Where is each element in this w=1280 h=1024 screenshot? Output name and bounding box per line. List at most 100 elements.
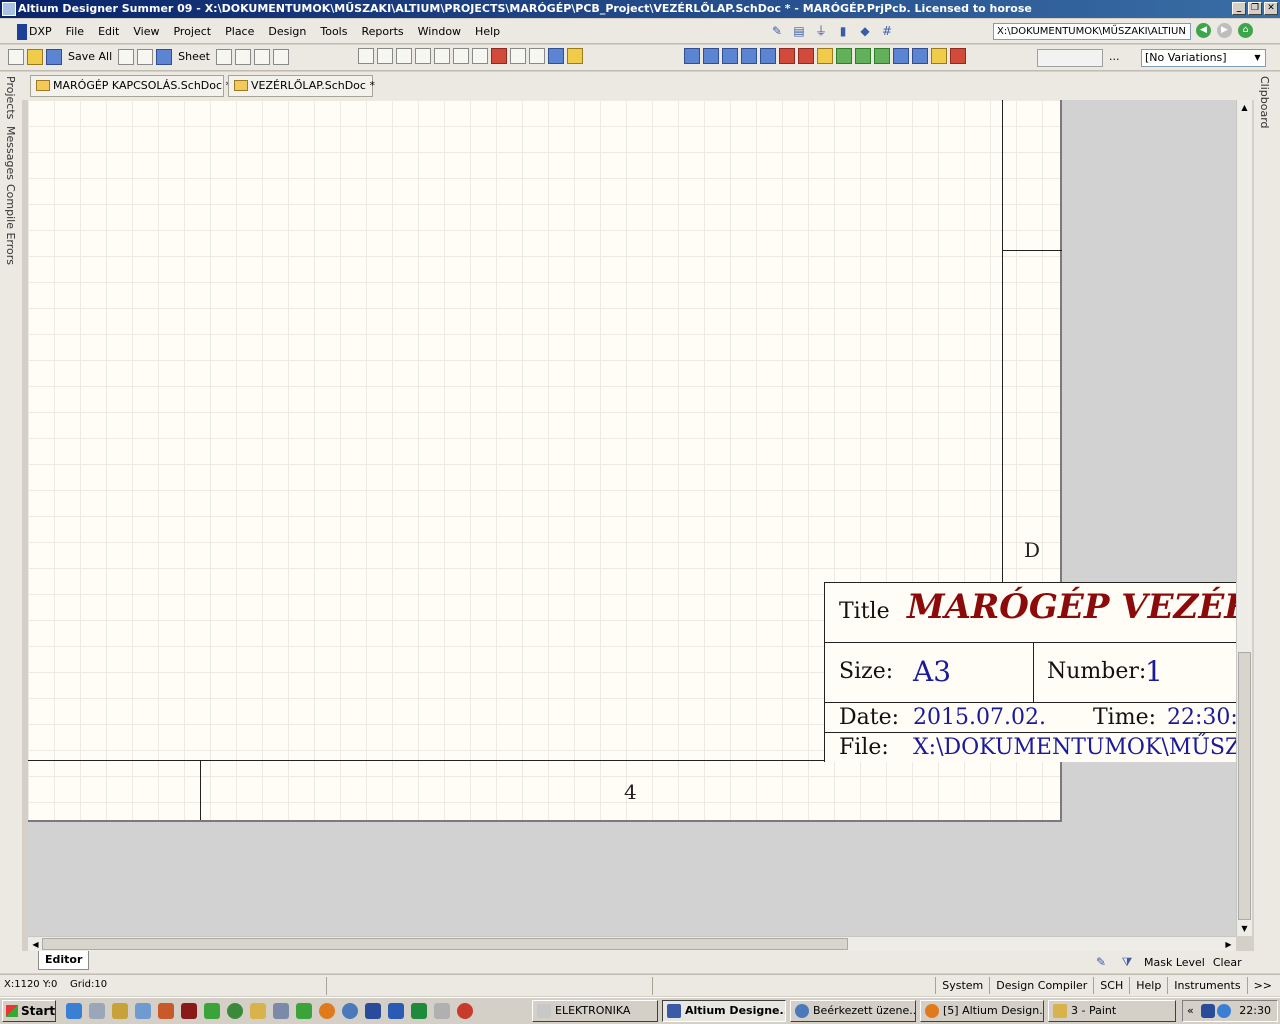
- app-icon[interactable]: [342, 1003, 358, 1019]
- taskbar-item-elektronika[interactable]: ELEKTRONIKA: [532, 1000, 658, 1022]
- hierarchy-icon[interactable]: [548, 48, 564, 64]
- print-preview-icon[interactable]: [137, 49, 154, 65]
- title-block[interactable]: Title MARÓGÉP VEZÉR Size: A3 Number: 1 D…: [824, 582, 1238, 762]
- menu-edit[interactable]: Edit: [91, 24, 126, 40]
- back-icon[interactable]: ◀: [1196, 23, 1211, 38]
- minimize-button[interactable]: _: [1232, 2, 1246, 15]
- word-icon[interactable]: [388, 1003, 404, 1019]
- deselect-icon[interactable]: [472, 48, 488, 64]
- variations-select[interactable]: [No Variations] ▼: [1141, 49, 1266, 67]
- clear-filter-icon[interactable]: [491, 48, 507, 64]
- panel-tab-clipboard[interactable]: Clipboard: [1258, 76, 1271, 129]
- zoom-area-icon[interactable]: [215, 49, 232, 65]
- excel-icon[interactable]: [411, 1003, 427, 1019]
- save-all-button[interactable]: Save All: [65, 48, 115, 66]
- port-icon[interactable]: [931, 48, 947, 64]
- design-compiler-panel-button[interactable]: Design Compiler: [989, 977, 1093, 994]
- vertical-scroll-thumb[interactable]: [1238, 652, 1251, 920]
- part-icon[interactable]: [817, 48, 833, 64]
- sheet-symbol-icon[interactable]: [836, 48, 852, 64]
- navigation-path-input[interactable]: X:\DOKUMENTUMOK\MŰSZAKI\ALTIUN: [993, 23, 1191, 40]
- open-folder-icon[interactable]: [27, 49, 43, 65]
- app-icon[interactable]: [181, 1003, 197, 1019]
- undo-icon[interactable]: [510, 48, 526, 64]
- rubber-stamp-icon[interactable]: [415, 48, 431, 64]
- app-icon[interactable]: [273, 1003, 289, 1019]
- cut-icon[interactable]: [358, 48, 374, 64]
- copy-icon[interactable]: [377, 48, 393, 64]
- app-icon[interactable]: [158, 1003, 174, 1019]
- app-icon[interactable]: [457, 1003, 473, 1019]
- bus-icon[interactable]: [703, 48, 719, 64]
- settings-icon[interactable]: [89, 1003, 105, 1019]
- menu-view[interactable]: View: [126, 24, 166, 40]
- app-icon[interactable]: [204, 1003, 220, 1019]
- sheet-entry-icon[interactable]: [855, 48, 871, 64]
- menu-place[interactable]: Place: [218, 24, 261, 40]
- menu-reports[interactable]: Reports: [354, 24, 410, 40]
- net-label-icon[interactable]: [760, 48, 776, 64]
- menu-project[interactable]: Project: [166, 24, 218, 40]
- scroll-right-icon[interactable]: ▶: [1221, 937, 1236, 952]
- browse-component-icon[interactable]: [567, 48, 583, 64]
- digital-devices-icon[interactable]: ▮: [834, 22, 852, 40]
- refresh-icon[interactable]: [227, 1003, 243, 1019]
- start-button[interactable]: Start: [2, 1000, 56, 1022]
- new-document-icon[interactable]: [8, 49, 24, 65]
- menu-help[interactable]: Help: [468, 24, 507, 40]
- scroll-down-icon[interactable]: ▼: [1237, 921, 1252, 936]
- panel-tab-compile-errors[interactable]: Compile Errors: [4, 184, 17, 265]
- home-icon[interactable]: ⌂: [1238, 23, 1253, 38]
- window-titlebar[interactable]: Altium Designer Summer 09 - X:\DOKUMENTU…: [0, 0, 1280, 18]
- zoom-selected-icon[interactable]: [234, 49, 251, 65]
- tray-expand-button[interactable]: «: [1187, 1001, 1194, 1021]
- redo-icon[interactable]: [529, 48, 545, 64]
- restore-button[interactable]: ❐: [1248, 2, 1262, 15]
- vertical-scrollbar[interactable]: ▲ ▼: [1236, 100, 1252, 936]
- mask-level-button[interactable]: Mask Level: [1144, 956, 1205, 969]
- grid-icon[interactable]: #: [878, 22, 896, 40]
- signal-harness-icon[interactable]: [722, 48, 738, 64]
- drawing-tools-icon[interactable]: ▤: [790, 22, 808, 40]
- more-panels-button[interactable]: >>: [1246, 977, 1278, 994]
- chrome-icon[interactable]: [296, 1003, 312, 1019]
- filter-combo[interactable]: [1037, 49, 1103, 67]
- simulation-sources-icon[interactable]: ◆: [856, 22, 874, 40]
- layers-icon[interactable]: [156, 49, 173, 65]
- instruments-panel-button[interactable]: Instruments: [1167, 977, 1246, 994]
- gnd-port-icon[interactable]: [779, 48, 795, 64]
- tray-app-icon[interactable]: [1201, 1004, 1215, 1018]
- doc-tab-vezerlolap[interactable]: VEZÉRLŐLAP.SchDoc *: [228, 75, 375, 97]
- scroll-left-icon[interactable]: ◀: [28, 937, 43, 952]
- taskbar-item-altium[interactable]: Altium Designe...: [662, 1000, 786, 1022]
- vcc-port-icon[interactable]: [798, 48, 814, 64]
- app-icon[interactable]: [434, 1003, 450, 1019]
- horizontal-scrollbar[interactable]: ◀ ▶: [28, 936, 1236, 951]
- sch-panel-button[interactable]: SCH: [1093, 977, 1129, 994]
- wire-icon[interactable]: [684, 48, 700, 64]
- panel-tab-projects[interactable]: Projects: [4, 76, 17, 119]
- clear-button[interactable]: Clear: [1213, 956, 1242, 969]
- app-icon[interactable]: [250, 1003, 266, 1019]
- schematic-canvas[interactable]: D 4 Title MARÓGÉP VEZÉR Size: A3 Number:…: [28, 100, 1238, 936]
- no-erc-icon[interactable]: [950, 48, 966, 64]
- sheet-button[interactable]: Sheet: [175, 48, 213, 66]
- filter-icon[interactable]: ⧩: [1118, 953, 1136, 971]
- power-ports-icon[interactable]: ⏚: [812, 22, 830, 40]
- scroll-up-icon[interactable]: ▲: [1237, 100, 1252, 115]
- highlight-pen-icon[interactable]: ✎: [1092, 953, 1110, 971]
- select-area-icon[interactable]: [434, 48, 450, 64]
- firefox-icon[interactable]: [319, 1003, 335, 1019]
- harness-connector-icon[interactable]: [893, 48, 909, 64]
- help-panel-button[interactable]: Help: [1129, 977, 1167, 994]
- zoom-components-icon[interactable]: [253, 49, 270, 65]
- calculator-icon[interactable]: [135, 1003, 151, 1019]
- close-button[interactable]: ✕: [1264, 2, 1278, 15]
- zoom-fit-icon[interactable]: [272, 49, 289, 65]
- taskbar-item-firefox[interactable]: [5] Altium Design...: [920, 1000, 1044, 1022]
- menu-dxp[interactable]: DXP: [10, 24, 59, 40]
- app-icon[interactable]: [112, 1003, 128, 1019]
- print-icon[interactable]: [118, 49, 135, 65]
- menu-window[interactable]: Window: [411, 24, 468, 40]
- harness-entry-icon[interactable]: [912, 48, 928, 64]
